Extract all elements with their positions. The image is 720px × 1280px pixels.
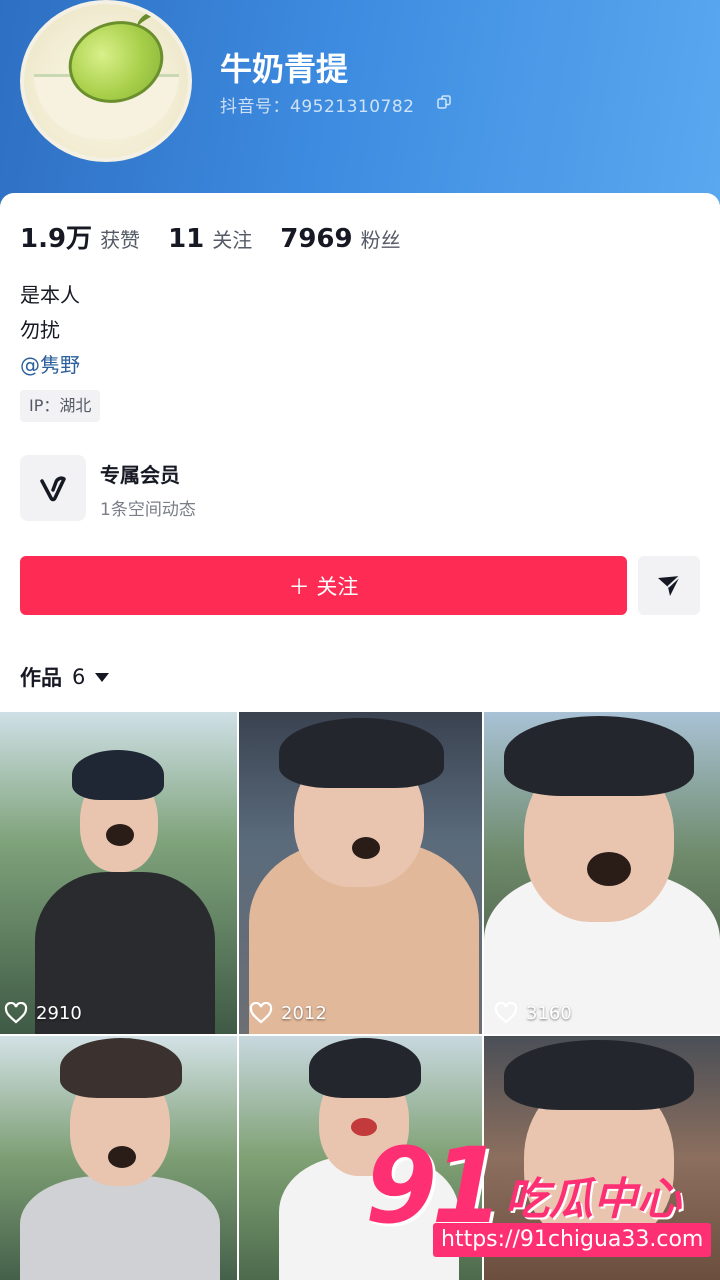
stat-followers-value: 7969 [280,224,353,254]
bio-mention-link[interactable]: @隽野 [20,348,80,383]
stat-likes[interactable]: 1.9万 获赞 [20,218,140,255]
video-thumbnail[interactable]: 2012 [239,712,482,1034]
profile-douyin-id: 抖音号：49521310782 [220,97,415,117]
profile-nickname: 牛奶青提 [220,50,349,88]
watermark: 91 吃瓜中心 https://91chigua33.com [365,1125,715,1275]
bio-line: 是本人 [20,283,80,307]
avatar[interactable] [20,0,192,162]
dropdown-caret-icon [95,672,110,682]
bio-line: 勿扰 [20,318,60,342]
video-likes-count: 2012 [281,1002,327,1024]
member-v-icon[interactable] [20,455,86,521]
video-likes: 3160 [494,1002,572,1024]
tab-works[interactable]: 作品 6 [20,662,110,692]
member-title[interactable]: 专属会员 [100,459,180,488]
video-thumbnail[interactable] [0,1036,237,1280]
stats-row: 1.9万 获赞 11 关注 7969 粉丝 [20,218,429,255]
watermark-brand-text: 吃瓜中心 [505,1174,681,1225]
profile-bio: 是本人 勿扰 @隽野 [20,278,80,383]
copy-icon[interactable] [437,95,451,109]
video-likes-count: 2910 [36,1002,82,1024]
stat-likes-value: 1.9万 [20,224,93,254]
stat-following-value: 11 [168,224,205,254]
heart-icon [494,1002,518,1024]
tab-works-label: 作品 [20,666,62,690]
follow-button[interactable]: ＋ 关注 [20,556,627,615]
share-send-icon [658,574,681,596]
video-thumbnail[interactable]: 2910 [0,712,237,1034]
stat-likes-label: 获赞 [100,228,141,252]
stat-following[interactable]: 11 关注 [168,224,252,254]
stat-followers[interactable]: 7969 粉丝 [280,224,400,254]
video-thumbnail[interactable]: 3160 [484,712,720,1034]
watermark-url: https://91chigua33.com [433,1223,712,1257]
stat-following-label: 关注 [212,228,253,252]
ip-location-tag: IP：湖北 [20,390,101,422]
member-subtitle[interactable]: 1条空间动态 [100,495,196,520]
video-likes: 2910 [4,1002,82,1024]
stat-followers-label: 粉丝 [360,228,401,252]
video-likes: 2012 [249,1002,327,1024]
tab-works-count: 6 [72,665,86,689]
video-likes-count: 3160 [526,1002,572,1024]
heart-icon [4,1002,28,1024]
heart-icon [249,1002,273,1024]
share-button[interactable] [638,556,700,615]
